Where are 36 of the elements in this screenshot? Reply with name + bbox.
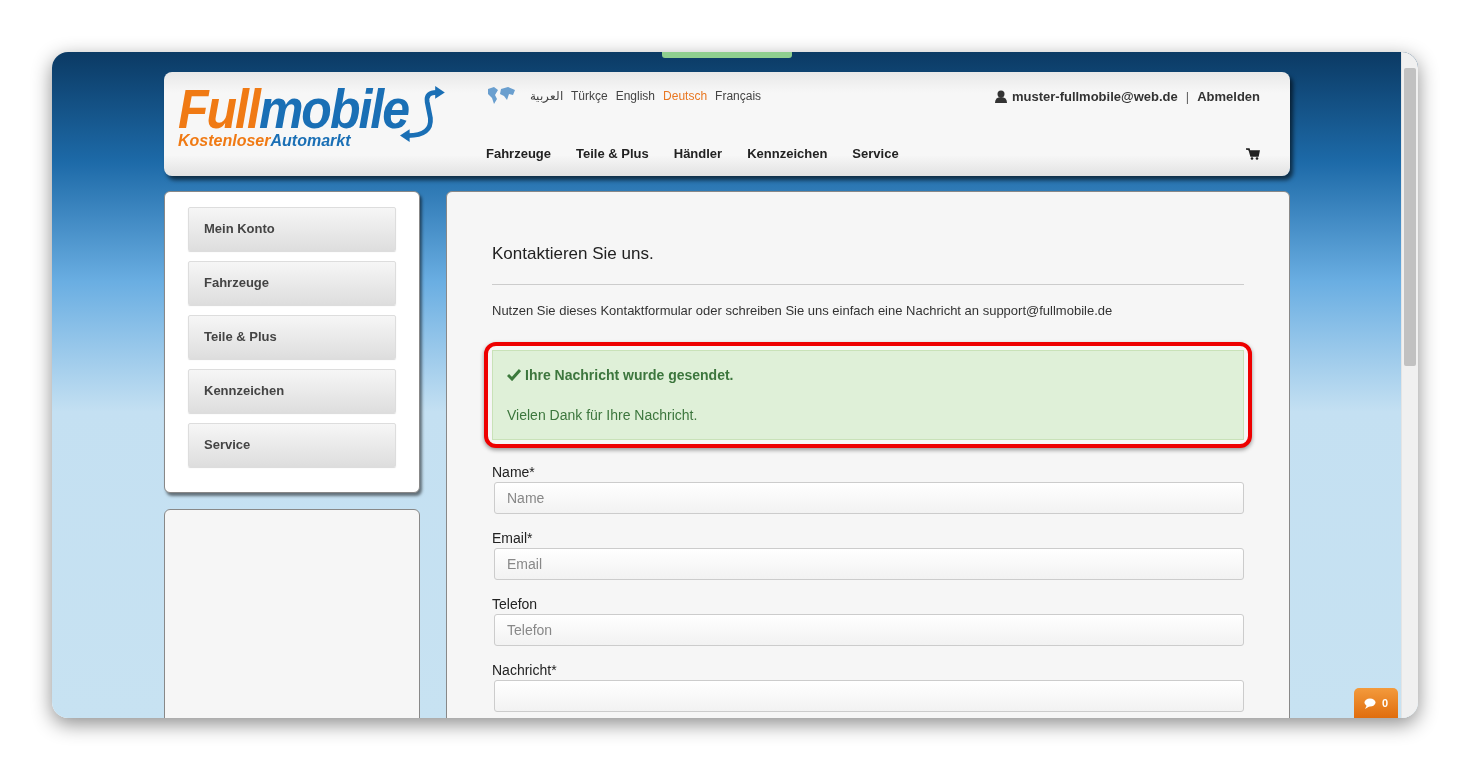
sidebar-item[interactable]: Teile & Plus <box>188 315 396 359</box>
language-link[interactable]: English <box>615 89 656 103</box>
language-link[interactable]: العربية <box>530 89 563 103</box>
world-map-icon <box>486 86 516 106</box>
alert-heading: Ihre Nachricht wurde gesendet. <box>525 367 734 383</box>
nav-link[interactable]: Fahrzeuge <box>486 146 551 161</box>
nav-link[interactable]: Teile & Plus <box>576 146 649 161</box>
sidebar-item[interactable]: Mein Konto <box>188 207 396 251</box>
chat-bubbles-icon <box>1363 697 1378 709</box>
nav-link[interactable]: Service <box>852 146 899 161</box>
cart-icon[interactable] <box>1246 147 1260 160</box>
language-link[interactable]: Français <box>715 89 762 103</box>
intro-text: Nutzen Sie dieses Kontaktformular oder schreiben Sie uns einfach eine Nachricht an support@fullmobile.de <box>492 303 1114 318</box>
field-label: Telefon <box>492 596 539 612</box>
alert-text: Vielen Dank für Ihre Nachricht. <box>507 407 699 423</box>
checkmark-icon <box>507 369 521 381</box>
logout-link[interactable]: Abmelden <box>1197 88 1260 104</box>
language-link[interactable]: Türkçe <box>571 89 608 103</box>
input-field[interactable]: Name <box>494 482 1244 514</box>
sidebar-item[interactable]: Service <box>188 423 396 467</box>
field-label: Email* <box>492 530 534 546</box>
field-label: Nachricht* <box>492 662 558 678</box>
field-label: Name* <box>492 464 536 480</box>
account-email-link[interactable]: muster-fullmobile@web.de <box>1011 88 1178 104</box>
sidebar-item[interactable]: Kennzeichen <box>188 369 396 413</box>
scrollbar[interactable] <box>1401 52 1418 718</box>
nav-link[interactable]: Kennzeichen <box>747 146 828 161</box>
nav-link[interactable]: Händler <box>673 146 723 161</box>
scrollbar-thumb[interactable] <box>1404 68 1416 366</box>
input-field[interactable]: Email <box>494 548 1244 580</box>
separator: | <box>1185 88 1190 104</box>
user-icon <box>994 89 1007 103</box>
page-title: Kontaktieren Sie uns. <box>492 244 655 264</box>
input-field[interactable]: Telefon <box>494 614 1244 646</box>
sidebar-item[interactable]: Fahrzeuge <box>188 261 396 305</box>
input-field[interactable] <box>494 680 1244 712</box>
